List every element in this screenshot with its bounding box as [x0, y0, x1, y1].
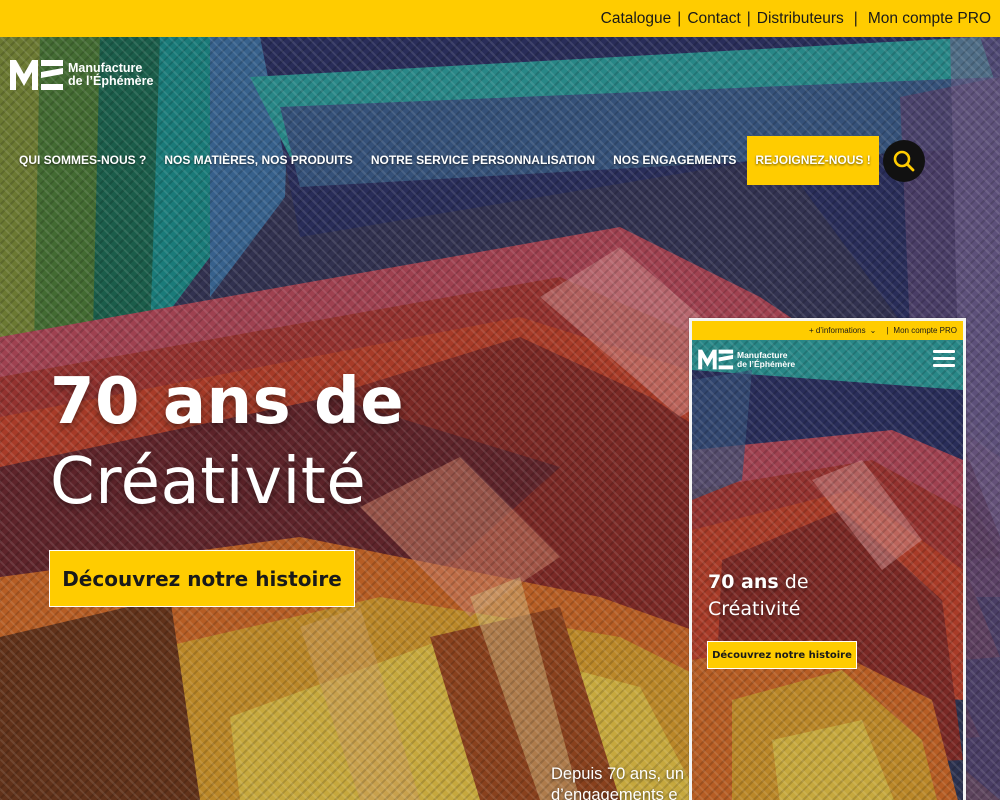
- separator: |: [746, 9, 751, 27]
- mobile-discover-history-button[interactable]: Découvrez notre histoire: [707, 641, 857, 669]
- separator: |: [677, 9, 682, 27]
- mobile-pro-account-link[interactable]: Mon compte PRO: [893, 326, 957, 335]
- nav-item-engagements[interactable]: NOS ENGAGEMENTS: [604, 136, 745, 185]
- mobile-hero-title-rest: de: [778, 571, 809, 593]
- mobile-hero-title-bold: 70 ans: [708, 571, 779, 593]
- nav-item-service-personnalisation[interactable]: NOTRE SERVICE PERSONNALISATION: [362, 136, 604, 185]
- mobile-more-info-link[interactable]: + d’informations: [809, 326, 866, 335]
- hero-title: 70 ans de Créativité: [50, 362, 404, 522]
- mobile-top-bar: + d’informations ⌄ | Mon compte PRO: [692, 321, 963, 340]
- main-navigation: QUI SOMMES-NOUS ? NOS MATIÈRES, NOS PROD…: [10, 136, 925, 185]
- nav-item-rejoignez-nous[interactable]: REJOIGNEZ-NOUS !: [747, 136, 879, 185]
- intro-line-1: Depuis 70 ans, un: [551, 765, 685, 783]
- mobile-logo[interactable]: Manufacture de l’Éphémère: [698, 347, 795, 372]
- mobile-logo-wordmark: Manufacture de l’Éphémère: [737, 350, 796, 369]
- chevron-down-icon[interactable]: ⌄: [870, 326, 877, 335]
- hamburger-menu-icon[interactable]: [933, 350, 955, 368]
- distributeurs-link[interactable]: Distributeurs: [757, 10, 844, 28]
- nav-item-qui-sommes-nous[interactable]: QUI SOMMES-NOUS ?: [10, 136, 155, 185]
- mobile-hero-title-line-2: Créativité: [708, 598, 801, 620]
- mobile-hero-title-line-1: 70 ans de: [708, 569, 809, 596]
- catalogue-link[interactable]: Catalogue: [601, 10, 672, 28]
- contact-link[interactable]: Contact: [687, 10, 740, 28]
- hero-title-line-1: 70 ans de: [50, 365, 405, 439]
- top-utility-bar: Catalogue | Contact | Distributeurs | Mo…: [0, 0, 1000, 37]
- mobile-logo-line-2: de l’Éphémère: [737, 358, 796, 369]
- site-logo[interactable]: Manufacture de l’Éphémère: [10, 56, 153, 94]
- me-monogram-icon: [698, 349, 734, 370]
- mobile-hero-title: 70 ans de Créativité: [708, 569, 809, 623]
- discover-history-button[interactable]: Découvrez notre histoire: [49, 550, 355, 607]
- separator: |: [853, 9, 858, 27]
- intro-line-2: d’engagements e: [551, 786, 678, 800]
- search-icon: [893, 150, 915, 171]
- logo-wordmark: Manufacture de l’Éphémère: [68, 62, 153, 88]
- mobile-preview: + d’informations ⌄ | Mon compte PRO Manu…: [689, 318, 966, 800]
- separator: |: [886, 326, 889, 335]
- logo-line-2: de l’Éphémère: [68, 74, 154, 88]
- pro-account-link[interactable]: Mon compte PRO: [868, 10, 991, 28]
- intro-paragraph: Depuis 70 ans, un d’engagements e: [551, 764, 684, 800]
- nav-item-matieres-produits[interactable]: NOS MATIÈRES, NOS PRODUITS: [155, 136, 361, 185]
- search-button[interactable]: [882, 139, 925, 182]
- me-monogram-icon: [10, 60, 63, 90]
- hero-title-line-2: Créativité: [50, 445, 367, 519]
